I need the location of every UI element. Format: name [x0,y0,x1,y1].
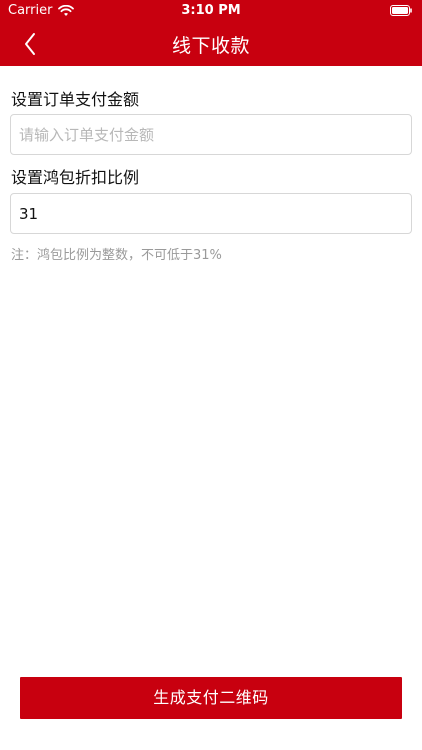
ratio-label: 设置鸿包折扣比例 [11,168,140,187]
battery-icon [390,5,412,16]
amount-field-box [10,114,412,155]
nav-bar: 线下收款 [0,22,422,66]
clock: 3:10 PM [181,3,241,18]
ratio-note: 注：鸿包比例为整数，不可低于31% [11,248,222,263]
amount-input[interactable] [19,115,399,154]
screen: Carrier 3:10 PM 线下收款 设置订单支付金额 请输入订单支付金额 … [0,0,422,750]
ratio-field-box [10,193,412,234]
status-bar: Carrier 3:10 PM [0,0,422,22]
header: Carrier 3:10 PM 线下收款 [0,0,422,66]
ratio-input[interactable] [19,194,399,233]
amount-label: 设置订单支付金额 [11,90,140,109]
page-title: 线下收款 [171,35,250,57]
generate-qr-button[interactable]: 生成支付二维码 [20,677,402,719]
